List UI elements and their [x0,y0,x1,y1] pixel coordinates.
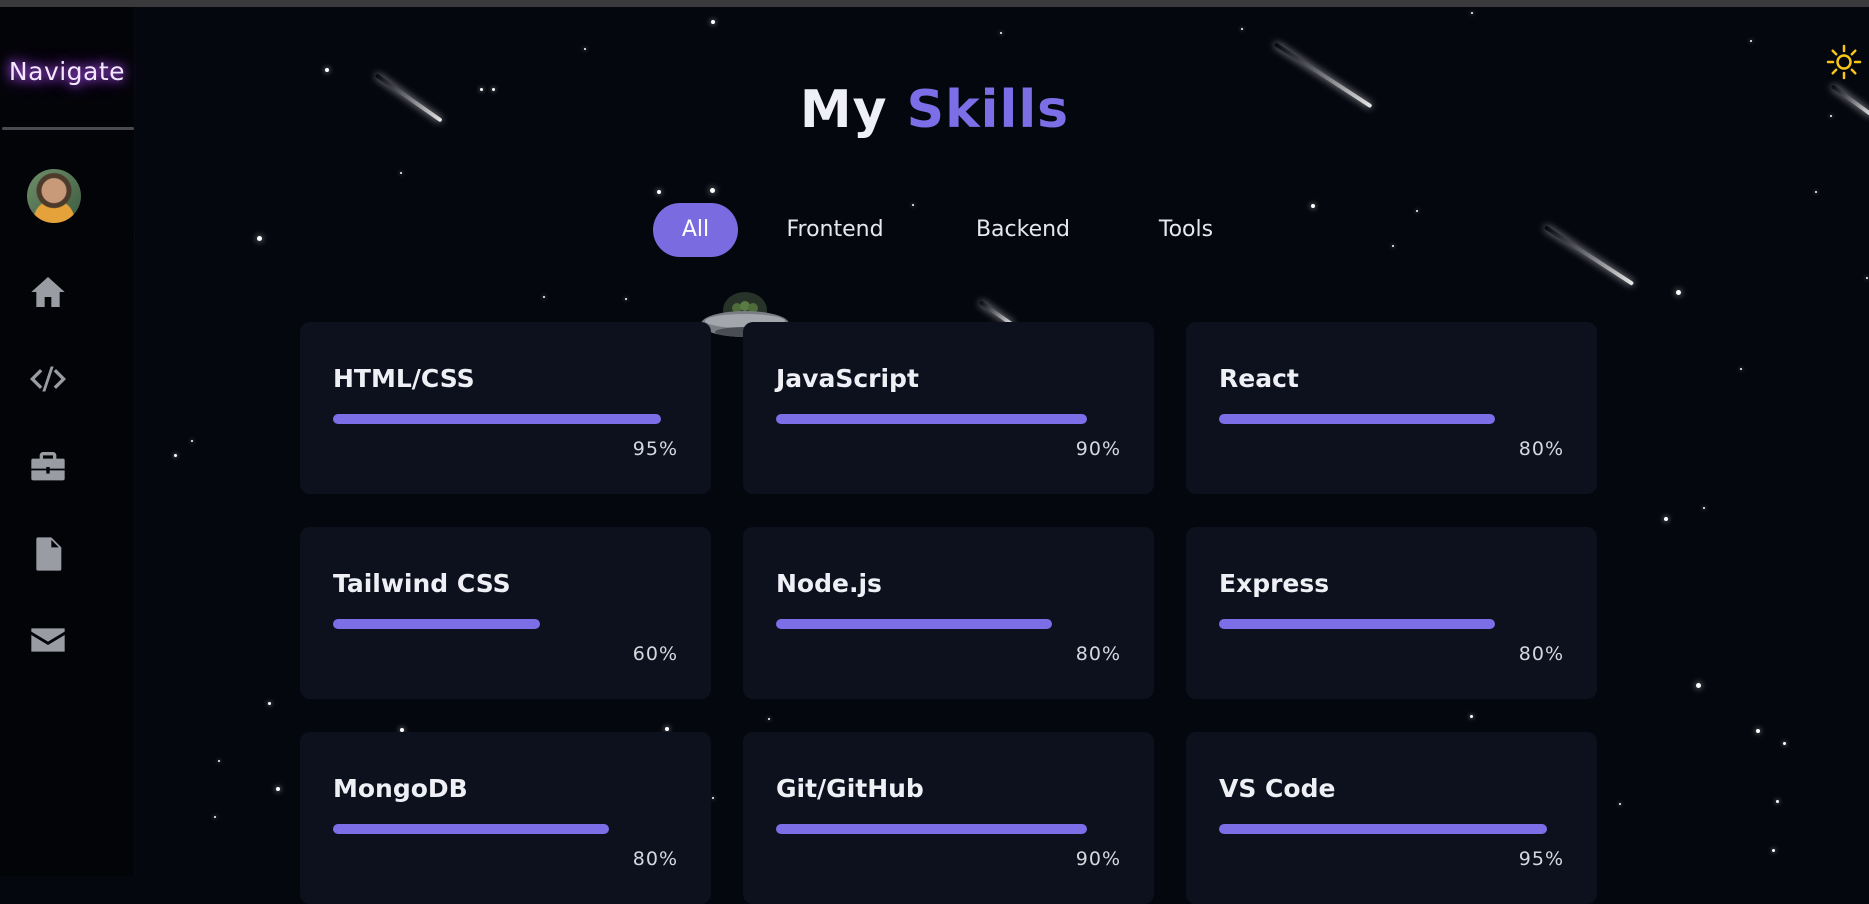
skill-progress-bar [333,824,678,834]
skill-progress-fill [333,414,661,424]
skill-name: Express [1219,569,1330,598]
envelope-icon [31,628,65,652]
skill-percent: 60% [632,643,678,665]
skill-card: JavaScript 90% [743,322,1154,494]
skill-progress-bar [333,619,678,629]
skill-name: Node.js [776,569,882,598]
skill-progress-bar [1219,824,1564,834]
avatar[interactable] [27,169,81,223]
tab-backend[interactable]: Backend [958,203,1088,257]
skill-percent: 95% [1518,848,1564,870]
skill-percent: 80% [1518,438,1564,460]
tab-tools[interactable]: Tools [1141,203,1231,257]
tab-frontend[interactable]: Frontend [770,203,900,257]
theme-toggle[interactable] [1826,44,1862,80]
briefcase-icon [31,452,65,481]
skill-progress-fill [1219,414,1495,424]
skill-progress-fill [1219,619,1495,629]
skill-progress-bar [776,619,1121,629]
skill-name: VS Code [1219,774,1336,803]
skill-name: JavaScript [776,364,919,393]
skill-name: React [1219,364,1299,393]
skill-progress-fill [776,414,1087,424]
sun-icon [1826,44,1862,80]
browser-top-bar [0,0,1869,7]
title-word-2: Skills [906,80,1070,140]
skill-card: Git/GitHub 90% [743,732,1154,904]
sidebar-item-resume[interactable] [28,534,68,574]
skill-progress-bar [333,414,678,424]
skill-card: MongoDB 80% [300,732,711,904]
code-icon [30,366,66,392]
skill-progress-fill [776,619,1052,629]
skill-card: Tailwind CSS 60% [300,527,711,699]
skill-name: Tailwind CSS [333,569,511,598]
skill-name: Git/GitHub [776,774,924,803]
skill-name: MongoDB [333,774,468,803]
skill-percent: 80% [1518,643,1564,665]
skill-progress-bar [1219,619,1564,629]
skill-card: React 80% [1186,322,1597,494]
skill-card: Node.js 80% [743,527,1154,699]
sidebar-item-projects[interactable] [28,447,68,487]
skill-card: Express 80% [1186,527,1597,699]
home-icon [31,277,65,307]
skill-percent: 80% [632,848,678,870]
skill-progress-fill [1219,824,1547,834]
skill-progress-fill [333,824,609,834]
skill-progress-fill [333,619,540,629]
sidebar-item-skills[interactable] [28,359,68,399]
skill-card: VS Code 95% [1186,732,1597,904]
page-title: My Skills [0,80,1869,140]
tab-all[interactable]: All [653,203,738,257]
skill-progress-bar [776,414,1121,424]
skill-name: HTML/CSS [333,364,475,393]
skill-percent: 90% [1075,848,1121,870]
sidebar-item-contact[interactable] [28,620,68,660]
skill-progress-bar [776,824,1121,834]
skill-percent: 80% [1075,643,1121,665]
skill-card: HTML/CSS 95% [300,322,711,494]
document-icon [36,537,62,571]
skill-progress-fill [776,824,1087,834]
title-word-1: My [799,80,888,140]
skill-percent: 95% [632,438,678,460]
sidebar-item-home[interactable] [28,272,68,312]
skill-progress-bar [1219,414,1564,424]
skill-percent: 90% [1075,438,1121,460]
